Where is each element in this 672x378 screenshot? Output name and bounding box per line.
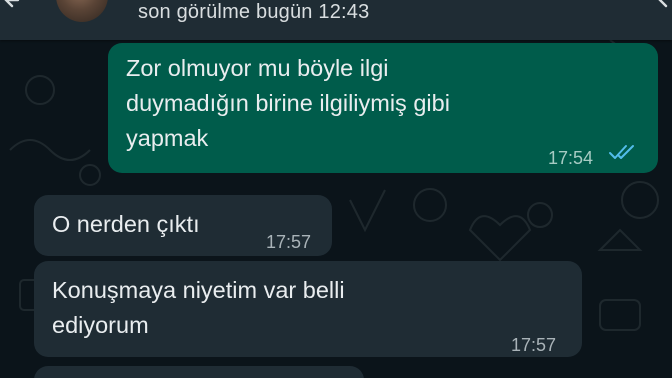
message-bubble-incoming[interactable]: O nerden çıktı 17:57 [34, 195, 332, 256]
message-bubble-outgoing[interactable]: Zor olmuyor mu böyle ilgi duymadığın bir… [108, 43, 658, 173]
message-line: Konuşmaya niyetim var belli [52, 277, 345, 303]
message-line: Zor olmuyor mu böyle ilgi [126, 55, 389, 81]
arrow-left-icon[interactable] [2, 0, 22, 10]
message-line: ediyorum [52, 312, 149, 338]
message-time: 17:54 [548, 148, 594, 168]
double-check-icon [609, 145, 634, 159]
message-text: O nerden çıktı [52, 211, 200, 237]
message-line: duymadığın birine ilgiliymiş gibi [126, 90, 450, 116]
message-text: Zor olmuyor mu böyle ilgi duymadığın bir… [126, 51, 450, 156]
message-bubble-incoming-partial[interactable] [34, 366, 364, 378]
chat-screen: son görülme bugün 12:43 Zor olmuyor mu b… [0, 0, 672, 378]
message-text: Konuşmaya niyetim var belli ediyorum [52, 273, 345, 343]
message-bubble-incoming[interactable]: Konuşmaya niyetim var belli ediyorum 17:… [34, 261, 582, 357]
last-seen-status: son görülme bugün 12:43 [138, 1, 370, 23]
message-time: 17:57 [266, 232, 312, 252]
chat-header: son görülme bugün 12:43 [0, 0, 672, 40]
contact-avatar[interactable] [56, 0, 108, 22]
message-line: yapmak [126, 125, 209, 151]
message-time: 17:57 [511, 335, 557, 355]
menu-icon[interactable] [652, 0, 668, 8]
